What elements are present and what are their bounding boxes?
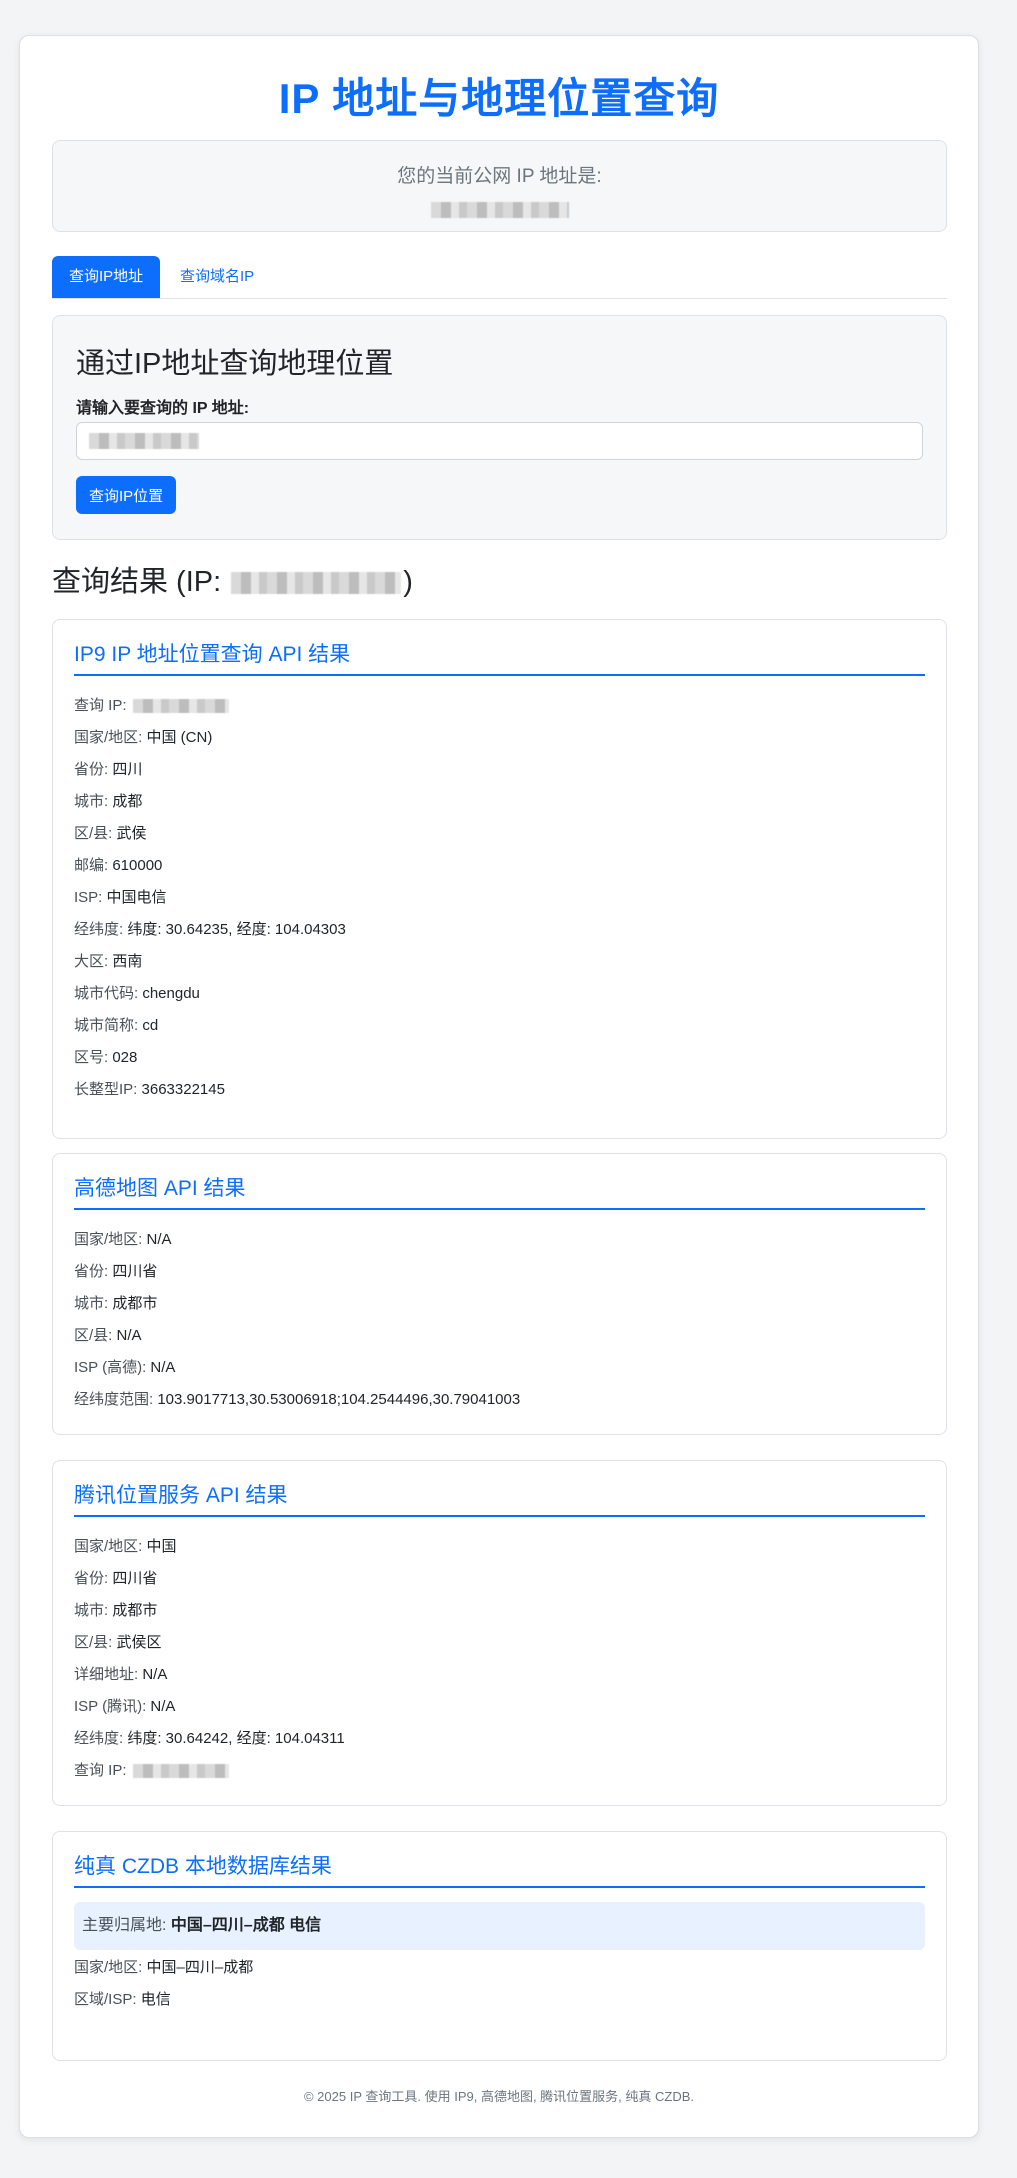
amap-rows: 国家/地区: N/A 省份: 四川省 城市: 成都市 区/县: N/A ISP …: [74, 1224, 925, 1416]
ip9-row-city: 城市: 成都: [74, 793, 143, 810]
ip9-row-country: 国家/地区: 中国 (CN): [74, 729, 213, 746]
tencent-card-title: 腾讯位置服务 API 结果: [74, 1481, 925, 1517]
ip9-row-long-ip: 长整型IP: 3663322145: [74, 1081, 225, 1098]
ip9-result-card: IP9 IP 地址位置查询 API 结果 查询 IP: 国家/地区: 中国 (C…: [52, 619, 947, 1139]
ip9-card-title: IP9 IP 地址位置查询 API 结果: [74, 640, 925, 676]
query-panel: 通过IP地址查询地理位置 请输入要查询的 IP 地址: 查询IP位置: [52, 315, 947, 540]
ip-input-value-redacted: [89, 433, 199, 449]
tencent-query-ip-redacted: [132, 1764, 229, 1779]
czdb-row-isp: 区域/ISP: 电信: [74, 1991, 171, 2008]
main-container: IP 地址与地理位置查询 您的当前公网 IP 地址是: 查询IP地址 查询域名I…: [19, 35, 979, 2138]
ip9-row-area-code: 区号: 028: [74, 1049, 138, 1066]
query-heading: 通过IP地址查询地理位置: [76, 348, 394, 380]
tencent-row-province: 省份: 四川省: [74, 1570, 158, 1587]
tencent-row-query-ip: 查询 IP:: [74, 1755, 925, 1787]
tencent-row-coordinates: 经纬度: 纬度: 30.64242, 经度: 104.04311: [74, 1730, 345, 1747]
footer: © 2025 IP 查询工具. 使用 IP9, 高德地图, 腾讯位置服务, 纯真…: [303, 2089, 694, 2104]
result-ip-redacted: [231, 572, 402, 595]
ip9-row-query-ip: 查询 IP:: [74, 690, 925, 722]
amap-row-city: 城市: 成都市: [74, 1295, 158, 1312]
tab-bar: 查询IP地址 查询域名IP: [52, 256, 947, 299]
ip9-row-postcode: 邮编: 610000: [74, 857, 163, 874]
current-ip-value-redacted: [430, 202, 569, 218]
ip-input-label: 请输入要查询的 IP 地址:: [76, 400, 250, 417]
current-ip-label: 您的当前公网 IP 地址是:: [397, 166, 602, 187]
tencent-row-isp: ISP (腾讯): N/A: [74, 1698, 176, 1715]
ip9-row-city-code: 城市代码: chengdu: [74, 985, 200, 1002]
czdb-card-title: 纯真 CZDB 本地数据库结果: [74, 1852, 925, 1888]
amap-row-bounds: 经纬度范围: 103.9017713,30.53006918;104.25444…: [74, 1391, 521, 1408]
amap-row-province: 省份: 四川省: [74, 1263, 158, 1280]
query-ip-button[interactable]: 查询IP位置: [76, 476, 177, 514]
czdb-primary-location: 主要归属地: 中国–四川–成都 电信: [74, 1902, 925, 1950]
page-title: IP 地址与地理位置查询: [278, 75, 720, 122]
amap-row-country: 国家/地区: N/A: [74, 1231, 172, 1248]
czdb-rows: 主要归属地: 中国–四川–成都 电信 国家/地区: 中国–四川–成都 区域/IS…: [74, 1902, 925, 2016]
tencent-result-card: 腾讯位置服务 API 结果 国家/地区: 中国 省份: 四川省 城市: 成都市 …: [52, 1460, 947, 1806]
tencent-row-district: 区/县: 武侯区: [74, 1634, 162, 1651]
tencent-row-country: 国家/地区: 中国: [74, 1538, 177, 1555]
result-heading: 查询结果 (IP: ): [52, 562, 413, 602]
amap-row-district: 区/县: N/A: [74, 1327, 142, 1344]
ip9-row-coordinates: 经纬度: 纬度: 30.64235, 经度: 104.04303: [74, 921, 346, 938]
tencent-row-city: 城市: 成都市: [74, 1602, 158, 1619]
tab-query-domain[interactable]: 查询域名IP: [163, 256, 271, 298]
ip9-row-isp: ISP: 中国电信: [74, 889, 167, 906]
ip9-rows: 查询 IP: 国家/地区: 中国 (CN) 省份: 四川 城市: 成都 区/县:…: [74, 690, 925, 1106]
tab-query-ip[interactable]: 查询IP地址: [52, 256, 161, 298]
czdb-result-card: 纯真 CZDB 本地数据库结果 主要归属地: 中国–四川–成都 电信 国家/地区…: [52, 1831, 947, 2061]
amap-row-isp: ISP (高德): N/A: [74, 1359, 176, 1376]
amap-result-card: 高德地图 API 结果 国家/地区: N/A 省份: 四川省 城市: 成都市 区…: [52, 1153, 947, 1435]
tencent-rows: 国家/地区: 中国 省份: 四川省 城市: 成都市 区/县: 武侯区 详细地址:…: [74, 1531, 925, 1787]
ip9-row-city-abbr: 城市简称: cd: [74, 1017, 159, 1034]
result-heading-prefix: 查询结果 (IP:: [52, 566, 230, 598]
czdb-row-country: 国家/地区: 中国–四川–成都: [74, 1959, 254, 1976]
ip9-row-province: 省份: 四川: [74, 761, 143, 778]
amap-card-title: 高德地图 API 结果: [74, 1174, 925, 1210]
ip9-row-district: 区/县: 武侯: [74, 825, 147, 842]
result-heading-suffix: ): [403, 566, 413, 598]
ip9-query-ip-redacted: [132, 699, 229, 714]
ip9-row-region: 大区: 西南: [74, 953, 143, 970]
ip-input[interactable]: [76, 422, 923, 460]
tencent-row-address: 详细地址: N/A: [74, 1666, 168, 1683]
current-ip-panel: 您的当前公网 IP 地址是:: [52, 140, 947, 232]
